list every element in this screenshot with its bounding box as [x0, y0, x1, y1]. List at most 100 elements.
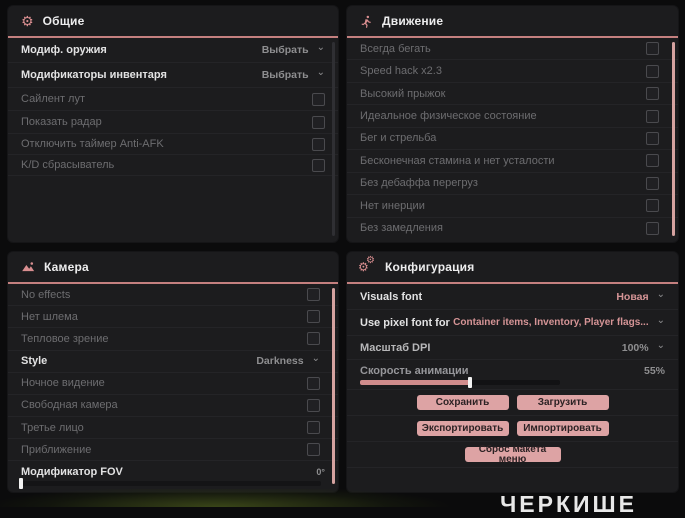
row-label: Масштаб DPI [360, 341, 431, 354]
scrollbar[interactable] [672, 42, 675, 236]
checkbox[interactable] [646, 64, 659, 78]
row-label: Всегда бегать [360, 42, 431, 55]
row-label: Тепловое зрение [21, 332, 109, 345]
row-label: Без дебаффа перегруз [360, 177, 478, 190]
import-button[interactable]: Импортировать [516, 421, 609, 436]
panel-camera: Камера No effects Нет шлема Тепловое зре… [8, 252, 338, 492]
row-label: Высокий прыжок [360, 87, 446, 100]
row-dpi-scale[interactable]: Масштаб DPI 100% ⌄ [347, 336, 678, 360]
row-run-and-shoot[interactable]: Бег и стрельба [347, 128, 678, 151]
chevron-down-icon[interactable]: ⌄ [657, 315, 665, 325]
row-label: Модиф. оружия [21, 44, 107, 56]
row-zoom[interactable]: Приближение [8, 439, 338, 462]
checkbox[interactable] [646, 87, 659, 101]
export-button[interactable]: Экспортировать [416, 421, 509, 436]
row-label: Скорость анимации [360, 364, 469, 377]
row-no-inertia[interactable]: Нет инерции [347, 195, 678, 218]
checkbox[interactable] [646, 176, 659, 190]
checkbox[interactable] [646, 109, 659, 123]
row-pixel-font[interactable]: Use pixel font for Container items, Inve… [347, 310, 678, 336]
row-label: Показать радар [21, 116, 102, 128]
row-kd-reset[interactable]: K/D сбрасыватель [8, 155, 338, 176]
row-anti-afk[interactable]: Отключить таймер Anti-AFK [8, 134, 338, 155]
checkbox[interactable] [307, 376, 320, 390]
runner-icon [360, 15, 373, 28]
config-buttons-row-1: Сохранить Загрузить [347, 390, 678, 416]
checkbox[interactable] [312, 92, 325, 106]
row-label: Speed hack x2.3 [360, 65, 442, 78]
checkbox[interactable] [646, 42, 659, 56]
row-no-overload-debuff[interactable]: Без дебаффа перегруз [347, 173, 678, 196]
row-label: Visuals font [360, 290, 423, 303]
checkbox[interactable] [307, 332, 320, 346]
chevron-down-icon[interactable]: ⌄ [317, 68, 325, 78]
checkbox[interactable] [312, 137, 325, 151]
row-perfect-condition[interactable]: Идеальное физическое состояние [347, 105, 678, 128]
row-high-jump[interactable]: Высокий прыжок [347, 83, 678, 106]
panel-title-general: Общие [42, 14, 85, 28]
row-visuals-font[interactable]: Visuals font Новая ⌄ [347, 284, 678, 310]
image-icon [21, 260, 35, 274]
row-inventory-mods[interactable]: Модификаторы инвентаря Выбрать ⌄ [8, 63, 338, 88]
row-label: Третье лицо [21, 421, 84, 434]
row-night-vision[interactable]: Ночное видение [8, 373, 338, 395]
row-no-effects[interactable]: No effects [8, 284, 338, 307]
checkbox[interactable] [646, 131, 659, 145]
row-no-helmet[interactable]: Нет шлема [8, 306, 338, 329]
row-label: Бег и стрельба [360, 132, 437, 145]
checkbox[interactable] [646, 154, 659, 168]
row-always-run[interactable]: Всегда бегать [347, 38, 678, 61]
chevron-down-icon[interactable]: ⌄ [317, 43, 325, 53]
checkbox[interactable] [646, 199, 659, 213]
panel-movement-header: Движение [347, 6, 678, 38]
slider-handle[interactable] [468, 376, 472, 388]
slider-value: 55% [643, 364, 665, 377]
checkbox[interactable] [307, 421, 320, 435]
fov-slider[interactable] [19, 477, 321, 489]
row-thermal-vision[interactable]: Тепловое зрение [8, 328, 338, 351]
checkbox[interactable] [307, 443, 320, 457]
row-free-camera[interactable]: Свободная камера [8, 395, 338, 418]
row-infinite-stamina[interactable]: Бесконечная стамина и нет усталости [347, 150, 678, 173]
panel-camera-header: Камера [8, 252, 338, 284]
panel-general-header: ⚙ Общие [8, 6, 338, 38]
checkbox[interactable] [312, 158, 325, 172]
save-button[interactable]: Сохранить [416, 395, 509, 410]
panel-movement: Движение Всегда бегать Speed hack x2.3 В… [347, 6, 678, 242]
row-style[interactable]: Style Darkness ⌄ [8, 351, 338, 373]
checkbox[interactable] [307, 398, 320, 412]
row-animation-speed[interactable]: Скорость анимации 55% [347, 360, 678, 390]
dropdown-value[interactable]: Darkness [256, 355, 303, 367]
gear-icon: ⚙ [21, 13, 34, 29]
row-show-radar[interactable]: Показать радар [8, 111, 338, 134]
row-label: Нет шлема [21, 310, 78, 323]
reset-menu-layout-button[interactable]: Сброс макета меню [464, 444, 561, 464]
row-silent-loot[interactable]: Сайлент лут [8, 88, 338, 111]
checkbox[interactable] [307, 310, 320, 324]
dropdown-value[interactable]: Новая [616, 291, 648, 303]
slider-handle[interactable] [19, 477, 23, 489]
row-label: Модификаторы инвентаря [21, 69, 167, 81]
load-button[interactable]: Загрузить [516, 395, 609, 410]
animation-speed-slider[interactable] [360, 376, 560, 388]
row-third-person[interactable]: Третье лицо [8, 417, 338, 440]
scrollbar[interactable] [332, 42, 335, 236]
dropdown-value[interactable]: Выбрать [262, 44, 309, 56]
row-fov-modifier[interactable]: Модификатор FOV 0° [8, 461, 338, 490]
row-speed-hack[interactable]: Speed hack x2.3 [347, 60, 678, 83]
checkbox[interactable] [646, 221, 659, 235]
dropdown-value[interactable]: Выбрать [262, 69, 309, 81]
scrollbar[interactable] [332, 288, 335, 484]
dropdown-value[interactable]: 100% [622, 342, 649, 354]
panel-config: ⚙ ⚙ Конфигурация Visuals font Новая ⌄ Use… [347, 252, 678, 492]
dropdown-value[interactable]: Container items, Inventory, Player flags… [453, 317, 648, 328]
chevron-down-icon[interactable]: ⌄ [657, 289, 665, 299]
row-label: Use pixel font for [360, 316, 450, 329]
chevron-down-icon[interactable]: ⌄ [657, 340, 665, 350]
row-no-slowdown[interactable]: Без замедления [347, 218, 678, 239]
checkbox[interactable] [307, 288, 320, 302]
chevron-down-icon[interactable]: ⌄ [312, 354, 320, 364]
row-label: Свободная камера [21, 399, 118, 412]
row-weapon-mods[interactable]: Модиф. оружия Выбрать ⌄ [8, 38, 338, 63]
checkbox[interactable] [312, 115, 325, 129]
